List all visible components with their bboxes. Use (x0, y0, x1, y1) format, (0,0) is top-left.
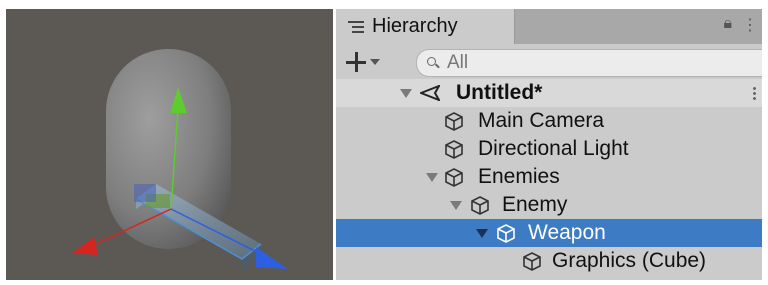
gizmo-x-arrow[interactable] (72, 237, 98, 255)
gizmo-z-arrow[interactable] (256, 247, 288, 269)
lock-icon[interactable]: 🔒︎ (723, 15, 732, 35)
expand-arrow-icon[interactable] (400, 89, 412, 98)
tree-item-label: Main Camera (478, 109, 605, 132)
hierarchy-tree: Untitled* Main Camera Directional Light (336, 79, 762, 275)
unity-scene-icon (420, 85, 440, 101)
tab-bar: Hierarchy 🔒︎ ⋮ (336, 9, 762, 44)
cube-icon (471, 196, 489, 215)
cube-icon (445, 140, 463, 159)
scene-view[interactable] (6, 9, 333, 280)
cube-icon (497, 224, 515, 243)
tree-row-main-camera[interactable]: Main Camera (336, 107, 762, 135)
tree-row-enemies[interactable]: Enemies (336, 163, 762, 191)
tree-item-label: Weapon (528, 221, 606, 244)
tree-item-label: Untitled* (456, 81, 543, 104)
search-field[interactable] (416, 49, 762, 77)
hierarchy-toolbar (336, 45, 762, 79)
more-options-icon[interactable] (753, 86, 756, 100)
add-button[interactable] (346, 48, 384, 76)
tree-row-graphics-cube[interactable]: Graphics (Cube) (336, 247, 762, 275)
chevron-down-icon (370, 59, 380, 65)
gizmo-plane-handle[interactable] (134, 184, 156, 202)
search-input[interactable] (445, 51, 729, 75)
tab-controls: 🔒︎ ⋮ (723, 15, 758, 35)
tree-row-directional-light[interactable]: Directional Light (336, 135, 762, 163)
more-options-icon[interactable]: ⋮ (742, 15, 758, 35)
plus-icon (346, 52, 366, 72)
expand-arrow-icon[interactable] (450, 201, 462, 210)
tree-item-label: Enemy (502, 193, 568, 216)
hierarchy-list-icon (348, 20, 364, 33)
hierarchy-panel: Hierarchy 🔒︎ ⋮ Untitled* (336, 9, 762, 280)
cube-icon (445, 112, 463, 131)
tree-item-label: Enemies (478, 165, 560, 188)
cube-icon (523, 252, 541, 271)
tab-label: Hierarchy (372, 15, 458, 37)
tab-hierarchy[interactable]: Hierarchy (336, 9, 515, 44)
tree-row-enemy[interactable]: Enemy (336, 191, 762, 219)
tree-item-label: Directional Light (478, 137, 629, 160)
tree-row-weapon[interactable]: Weapon (336, 219, 762, 247)
expand-arrow-icon[interactable] (426, 173, 438, 182)
tree-item-label: Graphics (Cube) (552, 249, 707, 272)
expand-arrow-icon[interactable] (476, 229, 488, 238)
cube-icon (445, 168, 463, 187)
tree-row-untitled[interactable]: Untitled* (336, 79, 762, 107)
search-icon (427, 57, 439, 69)
